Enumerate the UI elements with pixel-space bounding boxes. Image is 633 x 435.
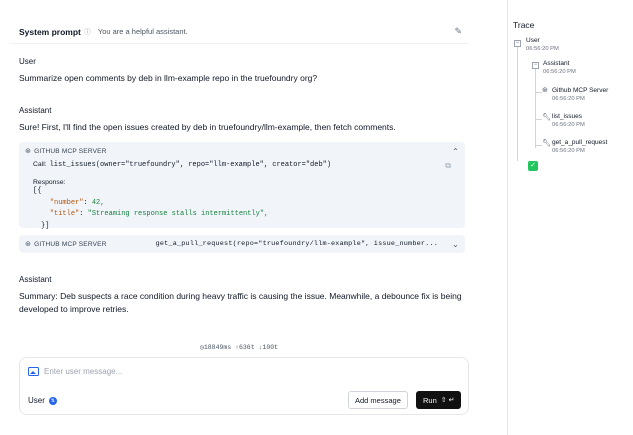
latency-value: 18849ms: [203, 344, 232, 351]
edit-pencil-icon[interactable]: ✎: [454, 26, 462, 37]
json-value: 42,: [91, 198, 105, 207]
tool-call-header[interactable]: ⊛ GITHUB MCP SERVER ⌃: [19, 142, 465, 160]
response-line: }]: [41, 221, 50, 230]
github-icon: ⊛: [25, 148, 32, 155]
response-line: "number": 42,: [49, 198, 105, 207]
json-key: "title": [49, 210, 80, 218]
info-icon[interactable]: ⓘ: [84, 27, 91, 37]
trace-node-time: 06:56:20 PM: [552, 148, 585, 154]
run-stats: ◷18849ms ↑636t ↓100t: [0, 343, 478, 351]
response-line: [{: [33, 187, 42, 195]
tool-call-card: ⊛ GITHUB MCP SERVER ⌃ Call: list_issues(…: [19, 142, 465, 230]
assistant-role-label: Assistant: [19, 106, 52, 115]
wrench-icon: 🔧︎: [542, 140, 551, 147]
trace-node-time: 06:56:20 PM: [526, 46, 559, 52]
output-tokens: 100t: [262, 344, 279, 351]
github-icon: ⊛: [542, 87, 548, 94]
assistant-message: Sure! First, I'll find the open issues c…: [19, 122, 396, 132]
wrench-icon: 🔧︎: [542, 114, 551, 121]
response-label: Response:: [33, 179, 66, 186]
tool-server-name: GITHUB MCP SERVER: [34, 240, 107, 248]
response-line: "title": "Streaming response stalls inte…: [49, 210, 269, 218]
system-prompt-label: System prompt: [19, 26, 81, 37]
check-icon: ✓: [528, 161, 538, 171]
trace-node-assistant[interactable]: Assistant: [543, 60, 569, 67]
trace-panel: Trace − User 06:56:20 PM − Assistant 06:…: [507, 0, 633, 435]
assistant-role-label: Assistant: [19, 275, 52, 284]
system-prompt-value: You are a helpful assistant.: [97, 27, 188, 36]
json-key: "number": [49, 198, 84, 207]
json-value: "Streaming response stalls intermittentl…: [87, 210, 269, 218]
swap-icon: ⇅: [48, 396, 57, 405]
github-icon: ⊛: [25, 241, 32, 248]
user-message: Summarize open comments by deb in llm-ex…: [19, 73, 318, 83]
trace-title: Trace: [513, 20, 535, 30]
role-selector[interactable]: User ⇅: [28, 396, 57, 405]
shortcut-icon: ⇧ ↵: [440, 397, 455, 404]
trace-node-get-pull-request[interactable]: get_a_pull_request: [552, 139, 607, 146]
tool-server-name: GITHUB MCP SERVER: [34, 147, 107, 155]
tool-call-card-collapsed[interactable]: ⊛ GITHUB MCP SERVER get_a_pull_request(r…: [19, 235, 465, 253]
call-label: Call:: [33, 161, 47, 168]
chevron-up-icon[interactable]: ⌃: [452, 147, 459, 156]
chevron-down-icon[interactable]: ⌄: [452, 240, 459, 249]
system-prompt-bar[interactable]: System prompt ⓘ You are a helpful assist…: [10, 20, 468, 44]
trace-node-user[interactable]: User: [526, 37, 540, 44]
run-button[interactable]: Run ⇧ ↵: [416, 391, 462, 409]
run-button-label: Run: [423, 395, 437, 405]
chat-panel: System prompt ⓘ You are a helpful assist…: [0, 0, 478, 435]
trace-node-list-issues[interactable]: list_issues: [552, 113, 582, 120]
collapse-toggle[interactable]: −: [532, 62, 539, 69]
trace-node-time: 06:56:20 PM: [543, 69, 576, 75]
message-composer: Enter user message... User ⇅ Add message…: [19, 357, 469, 415]
copy-icon[interactable]: ⧉: [445, 161, 451, 171]
trace-node-time: 06:56:20 PM: [552, 96, 585, 102]
assistant-message: Summary: Deb suspects a race condition d…: [19, 291, 462, 314]
collapsed-call-text: get_a_pull_request(repo="truefoundry/llm…: [155, 240, 438, 248]
message-input[interactable]: Enter user message...: [44, 367, 122, 376]
add-message-button[interactable]: Add message: [348, 391, 408, 409]
call-text: list_issues(owner="truefoundry", repo="l…: [49, 161, 332, 169]
trace-node-time: 06:56:20 PM: [552, 122, 585, 128]
trace-node-mcp-server[interactable]: Github MCP Server: [552, 87, 608, 94]
user-role-label: User: [19, 57, 36, 66]
image-icon[interactable]: [28, 367, 39, 376]
role-selector-label: User: [28, 396, 45, 405]
input-tokens: 636t: [239, 344, 255, 351]
collapse-toggle[interactable]: −: [514, 40, 521, 47]
